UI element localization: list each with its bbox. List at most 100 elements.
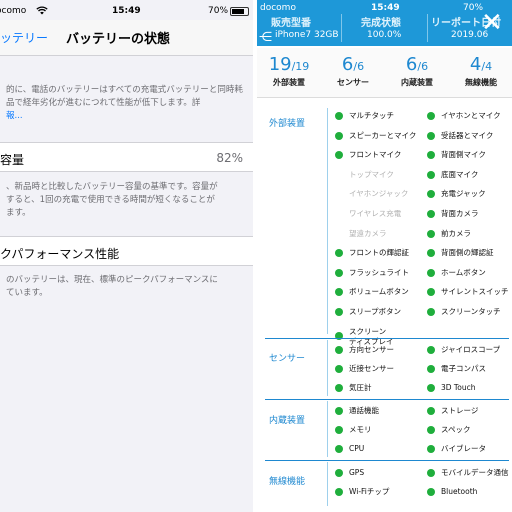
check-item: スクリーン ディスプレイ [335, 327, 419, 347]
check-item: 底面マイク [427, 170, 511, 180]
navigation-bar: ッテリー バッテリーの状態 [0, 20, 253, 56]
check-item-label: イヤホンとマイク [441, 111, 501, 120]
wifi-icon [36, 6, 48, 18]
check-item: 充電ジャック [427, 189, 511, 199]
count-internal: 6/6 内蔵装置 [401, 54, 433, 87]
check-item-label: イヤホンジャック [349, 189, 409, 199]
check-ok-icon [427, 131, 435, 140]
check-item-label: 方向センサー [349, 345, 394, 354]
completion-title: 完成状態 [361, 18, 401, 29]
check-ok-icon [427, 249, 435, 258]
section-title-wireless: 無線機能 [269, 477, 306, 487]
page-title: バッテリーの状態 [66, 32, 171, 47]
check-item: ストレージ [427, 406, 511, 416]
count-external: 19/19 外部装置 [268, 54, 310, 87]
maximum-capacity-label: 容量 [0, 153, 25, 167]
check-item: Wi-Fiチップ [335, 487, 419, 497]
check-item-label: 背面側マイク [441, 150, 486, 160]
check-item: イヤホンジャック [335, 189, 419, 199]
check-item-label: 背面側の輝認証 [441, 248, 494, 258]
check-ok-icon [335, 426, 343, 434]
share-icon[interactable]: ⋲ [259, 30, 272, 45]
check-ok-icon [335, 488, 343, 496]
clock: 15:49 [371, 3, 400, 13]
check-ok-icon [427, 190, 435, 199]
check-ok-icon [427, 288, 435, 297]
check-item: 背面側マイク [427, 150, 511, 160]
check-item-label: Bluetooth [441, 487, 478, 496]
check-item: ホームボタン [427, 268, 511, 278]
check-item: マルチタッチ [335, 111, 419, 121]
section-divider [327, 108, 328, 334]
check-item-label: 気圧計 [349, 383, 372, 392]
check-item: イヤホンとマイク [427, 111, 511, 121]
check-item: バイブレータ [427, 444, 511, 454]
check-item-label: 底面マイク [441, 169, 479, 179]
check-ok-icon [427, 112, 435, 120]
check-item-label: GPS [349, 468, 365, 477]
check-item-label: Wi-Fiチップ [349, 487, 390, 496]
check-ok-icon [427, 445, 435, 453]
check-item: 電子コンパス [427, 364, 511, 374]
check-ok-icon [335, 365, 343, 373]
check-item-label: フロントマイク [349, 150, 402, 160]
check-item: 望遠カメラ [335, 229, 419, 239]
check-item-label: スクリーン [349, 326, 387, 336]
check-item: Bluetooth [427, 487, 511, 497]
status-bar: ocomo 15:49 70% [0, 6, 253, 20]
battery-percent: 70% [463, 3, 484, 13]
check-ok-icon [335, 288, 343, 297]
check-item: 方向センサー [335, 345, 419, 355]
check-ok-icon [335, 384, 343, 392]
count-wireless: 4/4 無線機能 [465, 54, 497, 87]
capacity-description: 、新品時と比較したバッテリー容量の基準です。容量が すると、1回の充電で使用でき… [6, 182, 218, 218]
check-item: ワイヤレス充電 [335, 209, 419, 219]
battery-icon [230, 7, 249, 16]
check-ok-icon [335, 112, 343, 120]
check-item: ボリュームボタン [335, 287, 419, 297]
check-ok-icon [427, 469, 435, 477]
check-item: トップマイク [335, 170, 419, 180]
inspection-report-screen: docomo 15:49 70% 販売型番 iPhone7 32GB ⋲ 完成状… [257, 0, 512, 512]
check-item: CPU [335, 444, 419, 454]
check-item-label: メモリ [349, 425, 372, 434]
check-item-label: ホームボタン [441, 267, 486, 277]
check-item: GPS [335, 468, 419, 478]
check-item: サイレントスイッチ [427, 287, 511, 297]
check-ok-icon [427, 210, 435, 218]
check-item-label: フロントの輝認証 [349, 248, 409, 258]
check-item: スペック [427, 425, 511, 435]
check-item: 受話器とマイク [427, 131, 511, 141]
section-divider [327, 401, 328, 457]
peak-performance-label: クパフォーマンス性能 [0, 247, 120, 261]
maximum-capacity-row: 容量 82% [0, 142, 253, 172]
carrier-label: ocomo [0, 6, 27, 16]
check-item: 気圧計 [335, 383, 419, 393]
check-item: スクリーンタッチ [427, 307, 511, 317]
close-icon[interactable]: ✕ [481, 10, 503, 36]
check-item-label: スピーカーとマイク [349, 130, 417, 140]
header-divider [427, 14, 428, 42]
header-divider [341, 14, 342, 42]
check-item-label: バイブレータ [441, 444, 486, 453]
maximum-capacity-value: 82% [216, 151, 243, 165]
check-item: 前カメラ [427, 229, 511, 239]
carrier-label: docomo [260, 3, 296, 13]
section-title-sensor: センサー [269, 354, 306, 364]
learn-more-link[interactable]: 報... [6, 111, 23, 121]
check-item: モバイルデータ通信 [427, 468, 511, 478]
peak-performance-description: のバッテリーは、現在、標準のピークパフォーマンスに ています。 [6, 275, 218, 298]
check-item-label: 受話器とマイク [441, 130, 494, 140]
battery-health-screen: ocomo 15:49 70% ッテリー バッテリーの状態 的に、電話のバッテリ… [0, 0, 253, 512]
check-item-label: CPU [349, 444, 365, 453]
section-rule [265, 399, 509, 400]
section-rule [265, 460, 509, 461]
check-ok-icon [335, 308, 343, 316]
back-button[interactable]: ッテリー [0, 29, 48, 46]
check-item: フロントの輝認証 [335, 248, 419, 258]
check-ok-icon [427, 170, 435, 179]
section-rule [265, 338, 509, 339]
section-divider [327, 340, 328, 396]
check-item: 通話機能 [335, 406, 419, 416]
check-item-label: ストレージ [441, 406, 479, 415]
